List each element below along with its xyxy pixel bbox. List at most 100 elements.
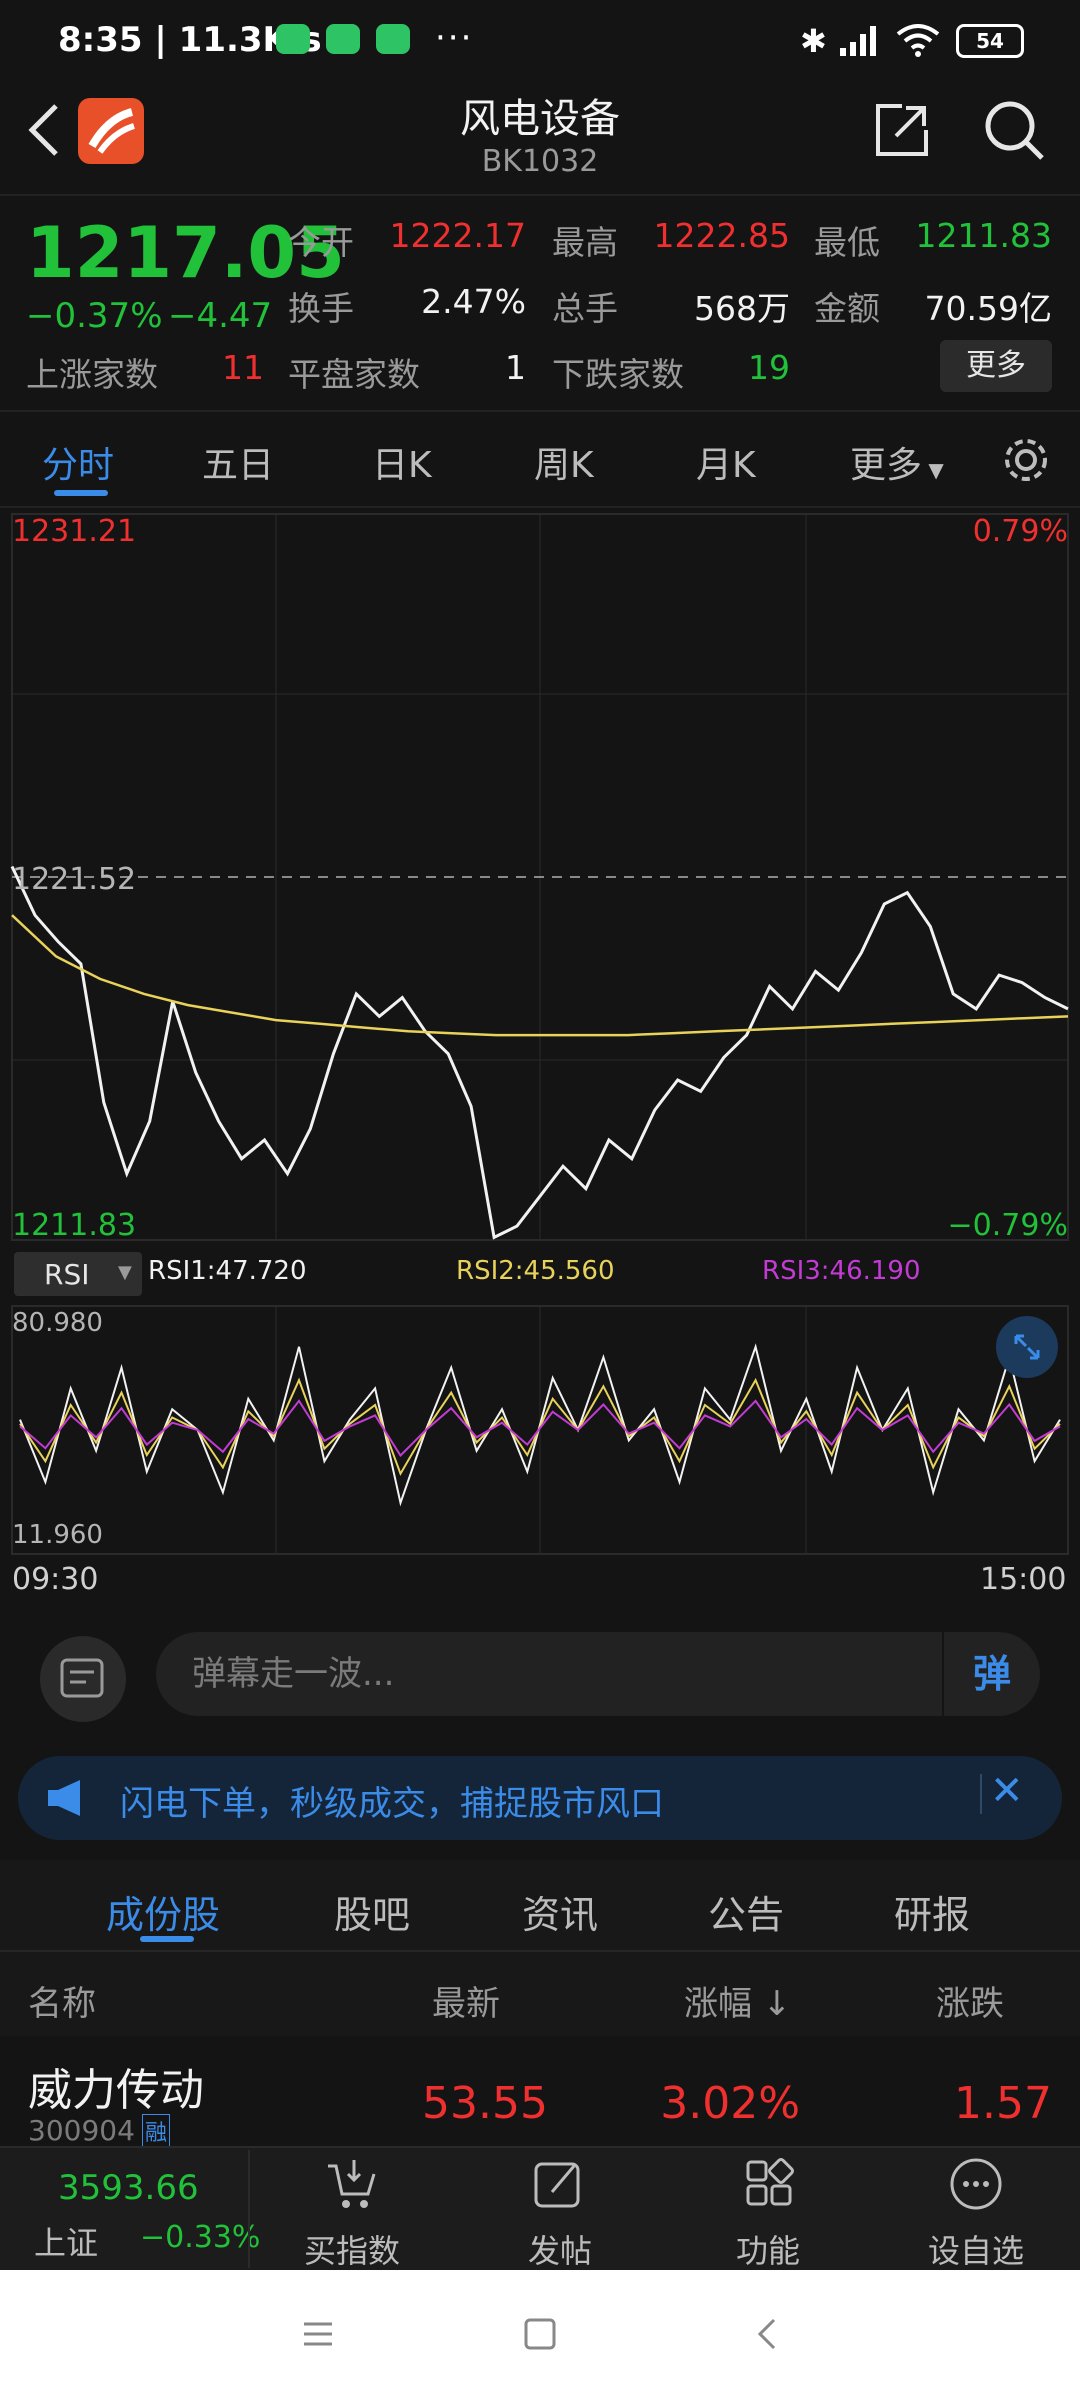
margin-tag: 融 [142,2114,171,2148]
danmu-input[interactable]: 弹幕走一波... [156,1632,1040,1716]
megaphone-icon [48,1780,80,1816]
flat-count-label: 平盘家数 [288,355,420,394]
banner-divider [980,1774,982,1814]
system-nav-bar [0,2270,1080,2400]
share-icon[interactable] [872,100,932,160]
tab-intraday[interactable]: 分时 [42,436,114,488]
col-pct-header[interactable]: 涨幅 ↓ [684,1976,791,2025]
price-min-label: 1211.83 [12,1208,137,1243]
volume-label: 总手 [552,289,618,328]
dropdown-triangle-icon: ▼ [118,1262,132,1283]
close-icon[interactable]: ✕ [990,1768,1024,1814]
stock-code: 300904 [28,2114,135,2147]
wechat-icon [276,24,310,54]
functions-grid-icon [746,2158,794,2206]
tab-more[interactable]: 更多 ▼ [850,436,944,488]
tab-forum[interactable]: 股吧 [334,1884,410,1939]
pct-min-label: −0.79% [947,1208,1068,1243]
col-price-header[interactable]: 最新 [432,1976,500,2025]
high-label: 最高 [552,223,618,262]
up-count: 11 [222,348,264,387]
pct-max-label: 0.79% [972,514,1068,549]
intraday-chart[interactable] [0,508,1080,1608]
more-quote-button[interactable]: 更多 [940,340,1052,392]
tab-more-label: 更多 [850,445,923,486]
tab-indicator [54,490,108,496]
rsi-max-label: 80.980 [12,1308,103,1338]
volume-value: 568万 [694,289,790,328]
tab-five-day[interactable]: 五日 [202,436,274,488]
tab-month-k[interactable]: 月K [696,436,756,488]
index-name: 上证 [34,2224,99,2262]
fullscreen-button[interactable] [996,1316,1058,1378]
back-icon[interactable] [752,2316,782,2352]
wechat-icon [376,24,410,54]
turnover-label: 换手 [288,289,354,328]
danmu-settings-icon [60,1658,104,1698]
settings-gear-icon[interactable] [1000,434,1052,486]
down-count: 19 [748,348,790,387]
down-count-label: 下跌家数 [552,355,684,394]
amount-value: 70.59亿 [924,289,1052,328]
open-value: 1222.17 [389,216,526,255]
index-ticker[interactable]: 3593.66 上证 −0.33% [0,2148,260,2268]
functions-button[interactable]: 功能 [698,2226,838,2272]
time-start-label: 09:30 [12,1562,99,1597]
rsi3-value: RSI3:46.190 [762,1256,921,1286]
col-name-header[interactable]: 名称 [28,1976,96,2025]
divider [248,2150,250,2268]
indicator-select-label: RSI [44,1258,90,1291]
high-value: 1222.85 [653,216,790,255]
danmu-list-button[interactable] [40,1636,126,1722]
post-icon [534,2162,580,2208]
dropdown-triangle-icon: ▼ [922,458,944,482]
rsi-min-label: 11.960 [12,1520,103,1550]
time-end-label: 15:00 [980,1562,1067,1597]
status-bar: 8:35 | 11.3K/s ··· ✱ 54 [0,0,1080,84]
col-change-header[interactable]: 涨跌 [936,1976,1004,2025]
amount-label: 金额 [814,289,880,328]
post-button[interactable]: 发帖 [490,2226,630,2272]
bluetooth-icon: ✱ [800,22,827,60]
buy-index-icon [328,2160,376,2208]
expand-icon [1014,1334,1040,1360]
turnover-value: 2.47% [421,282,526,321]
flat-count: 1 [505,348,526,387]
price-max-label: 1231.21 [12,514,137,549]
rsi2-value: RSI2:45.560 [456,1256,615,1286]
tab-constituents[interactable]: 成份股 [106,1884,220,1939]
wifi-icon [896,24,940,57]
wechat-icon [326,24,360,54]
banner-text: 闪电下单，秒级成交，捕捉股市风口 [120,1784,664,1824]
stock-pct: 3.02% [660,2078,800,2129]
chart-area [0,508,1080,1608]
change-amount: −4.47 [168,296,273,336]
divider [0,1950,1080,1952]
up-count-label: 上涨家数 [26,355,158,394]
low-value: 1211.83 [915,216,1052,255]
danmu-send-button[interactable]: 弹 [942,1632,1040,1716]
tab-announcements[interactable]: 公告 [708,1884,784,1939]
home-icon[interactable] [522,2316,558,2352]
tab-day-k[interactable]: 日K [372,436,432,488]
open-label: 今开 [288,223,354,262]
change-percent: −0.37% [26,296,163,336]
add-watchlist-button[interactable]: 设自选 [906,2226,1046,2272]
signal-icon [840,26,876,56]
tab-news[interactable]: 资讯 [522,1884,598,1939]
rsi1-value: RSI1:47.720 [148,1256,307,1286]
menu-icon[interactable] [300,2316,336,2352]
stock-change: 1.57 [954,2078,1052,2129]
tab-research[interactable]: 研报 [894,1884,970,1939]
battery-icon: 54 [956,24,1024,58]
indicator-select[interactable]: RSI ▼ [14,1252,142,1296]
section-tab-indicator [140,1936,194,1942]
buy-index-button[interactable]: 买指数 [282,2226,422,2272]
stock-name: 威力传动 [28,2065,204,2116]
prev-close-label: 1221.52 [12,862,137,897]
index-pct: −0.33% [140,2220,261,2255]
low-label: 最低 [814,223,880,262]
tab-week-k[interactable]: 周K [534,436,594,488]
stock-price: 53.55 [422,2078,548,2129]
search-icon[interactable] [982,98,1046,162]
